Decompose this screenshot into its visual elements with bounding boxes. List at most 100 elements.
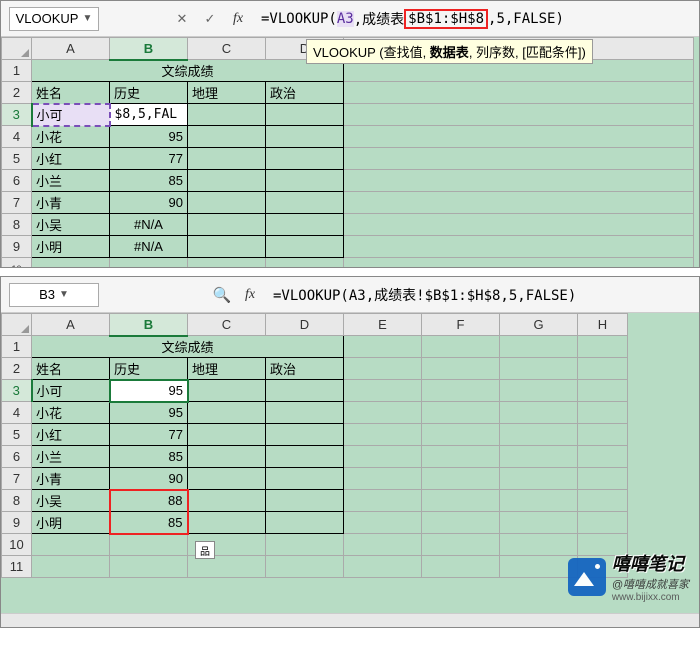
row-header-1[interactable]: 1 bbox=[2, 60, 32, 82]
header-geo[interactable]: 地理 bbox=[188, 82, 266, 104]
cell-d8[interactable] bbox=[266, 490, 344, 512]
cell-b9[interactable]: #N/A bbox=[110, 236, 188, 258]
cell-a4[interactable]: 小花 bbox=[32, 126, 110, 148]
empty-cell[interactable] bbox=[344, 192, 694, 214]
cell-d9[interactable] bbox=[266, 236, 344, 258]
cell-c4[interactable] bbox=[188, 126, 266, 148]
row-header-1[interactable]: 1 bbox=[2, 336, 32, 358]
cell-c3[interactable] bbox=[188, 380, 266, 402]
cell-b3-editing[interactable]: $8,5,FAL bbox=[110, 104, 188, 126]
col-header-b[interactable]: B bbox=[110, 38, 188, 60]
row-header-7[interactable]: 7 bbox=[2, 468, 32, 490]
empty-cell[interactable] bbox=[344, 236, 694, 258]
cell-b5[interactable]: 77 bbox=[110, 148, 188, 170]
cell-d7[interactable] bbox=[266, 468, 344, 490]
cell-c6[interactable] bbox=[188, 170, 266, 192]
row-header-9[interactable]: 9 bbox=[2, 512, 32, 534]
row-header-6[interactable]: 6 bbox=[2, 170, 32, 192]
empty-cell[interactable] bbox=[344, 214, 694, 236]
cell-c3[interactable] bbox=[188, 104, 266, 126]
row-header-8[interactable]: 8 bbox=[2, 490, 32, 512]
col-header-e[interactable]: E bbox=[344, 314, 422, 336]
cell-b6[interactable]: 85 bbox=[110, 170, 188, 192]
cell-b3-active[interactable]: 95 bbox=[110, 380, 188, 402]
empty-cell[interactable] bbox=[344, 170, 694, 192]
col-header-c[interactable]: C bbox=[188, 314, 266, 336]
row-header-2[interactable]: 2 bbox=[2, 82, 32, 104]
cell-d5[interactable] bbox=[266, 424, 344, 446]
row-header-11[interactable]: 11 bbox=[2, 556, 32, 578]
row-header-3[interactable]: 3 bbox=[2, 380, 32, 402]
header-pol[interactable]: 政治 bbox=[266, 358, 344, 380]
paste-options-icon[interactable]: 品 bbox=[195, 541, 215, 559]
cell-c4[interactable] bbox=[188, 402, 266, 424]
title-cell[interactable]: 文综成绩 bbox=[32, 336, 344, 358]
header-name[interactable]: 姓名 bbox=[32, 358, 110, 380]
cell-b8-highlight[interactable]: 88 bbox=[110, 490, 188, 512]
title-cell[interactable]: 文综成绩 bbox=[32, 60, 344, 82]
header-name[interactable]: 姓名 bbox=[32, 82, 110, 104]
chevron-down-icon[interactable]: ▼ bbox=[82, 13, 92, 24]
col-header-d[interactable]: D bbox=[266, 314, 344, 336]
row-header-10[interactable]: 10 bbox=[2, 534, 32, 556]
cell-d8[interactable] bbox=[266, 214, 344, 236]
col-header-b[interactable]: B bbox=[110, 314, 188, 336]
cell-b7[interactable]: 90 bbox=[110, 192, 188, 214]
cell-c8[interactable] bbox=[188, 490, 266, 512]
formula-input[interactable]: =VLOOKUP(A3,成绩表!$B$1:$H$8,5,FALSE) bbox=[267, 283, 691, 307]
cell-a8[interactable]: 小吴 bbox=[32, 214, 110, 236]
row-header-10[interactable]: 10 bbox=[2, 258, 32, 268]
row-header-5[interactable]: 5 bbox=[2, 424, 32, 446]
header-history[interactable]: 历史 bbox=[110, 358, 188, 380]
row-header-9[interactable]: 9 bbox=[2, 236, 32, 258]
formula-input[interactable]: =VLOOKUP(A3,成绩表$B$1:$H$8,5,FALSE) bbox=[255, 7, 691, 31]
row-header-4[interactable]: 4 bbox=[2, 126, 32, 148]
cell-b8[interactable]: #N/A bbox=[110, 214, 188, 236]
cell-d5[interactable] bbox=[266, 148, 344, 170]
cell-b9-highlight[interactable]: 85 bbox=[110, 512, 188, 534]
col-header-g[interactable]: G bbox=[500, 314, 578, 336]
fx-icon[interactable]: fx bbox=[239, 284, 261, 306]
zoom-icon[interactable]: 🔍 bbox=[211, 284, 233, 306]
cell-a5[interactable]: 小红 bbox=[32, 148, 110, 170]
col-header-a[interactable]: A bbox=[32, 314, 110, 336]
cell-a9[interactable]: 小明 bbox=[32, 512, 110, 534]
cancel-icon[interactable]: ✕ bbox=[171, 8, 193, 30]
cell-a8[interactable]: 小吴 bbox=[32, 490, 110, 512]
cell-c5[interactable] bbox=[188, 148, 266, 170]
cell-c9[interactable] bbox=[188, 512, 266, 534]
cell-d6[interactable] bbox=[266, 446, 344, 468]
row-header-5[interactable]: 5 bbox=[2, 148, 32, 170]
cell-c6[interactable] bbox=[188, 446, 266, 468]
name-box[interactable]: B3 ▼ bbox=[9, 283, 99, 307]
cell-c8[interactable] bbox=[188, 214, 266, 236]
row-header-7[interactable]: 7 bbox=[2, 192, 32, 214]
cell-b4[interactable]: 95 bbox=[110, 126, 188, 148]
col-header-a[interactable]: A bbox=[32, 38, 110, 60]
row-header-2[interactable]: 2 bbox=[2, 358, 32, 380]
cell-d6[interactable] bbox=[266, 170, 344, 192]
header-pol[interactable]: 政治 bbox=[266, 82, 344, 104]
cell-d3[interactable] bbox=[266, 380, 344, 402]
cell-d3[interactable] bbox=[266, 104, 344, 126]
cell-a5[interactable]: 小红 bbox=[32, 424, 110, 446]
horizontal-scrollbar[interactable] bbox=[1, 613, 699, 627]
cell-c9[interactable] bbox=[188, 236, 266, 258]
cell-d9[interactable] bbox=[266, 512, 344, 534]
confirm-icon[interactable]: ✓ bbox=[199, 8, 221, 30]
empty-cell[interactable] bbox=[344, 126, 694, 148]
cell-c7[interactable] bbox=[188, 468, 266, 490]
cell-b6[interactable]: 85 bbox=[110, 446, 188, 468]
chevron-down-icon[interactable]: ▼ bbox=[59, 289, 69, 300]
cell-d7[interactable] bbox=[266, 192, 344, 214]
cell-b7[interactable]: 90 bbox=[110, 468, 188, 490]
worksheet-area[interactable]: A B C D 1 文综成绩 2 姓名 历史 地理 政治 3 小可 bbox=[1, 37, 699, 267]
row-header-4[interactable]: 4 bbox=[2, 402, 32, 424]
header-history[interactable]: 历史 bbox=[110, 82, 188, 104]
select-all-corner[interactable] bbox=[2, 38, 32, 60]
row-header-6[interactable]: 6 bbox=[2, 446, 32, 468]
col-header-f[interactable]: F bbox=[422, 314, 500, 336]
cell-d4[interactable] bbox=[266, 126, 344, 148]
cell-a4[interactable]: 小花 bbox=[32, 402, 110, 424]
cell-a9[interactable]: 小明 bbox=[32, 236, 110, 258]
